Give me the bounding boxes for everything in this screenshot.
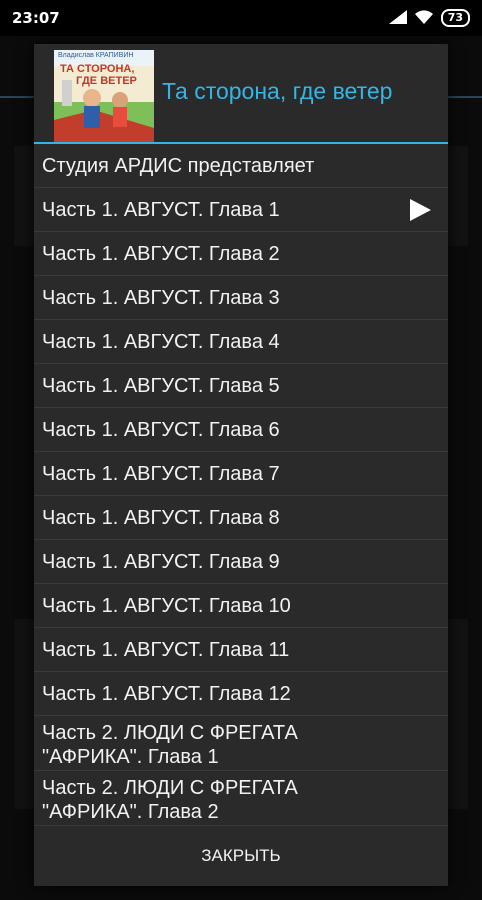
cover-title-line1: ТА СТОРОНА, [60, 63, 135, 75]
status-icons: 73 [388, 9, 470, 28]
signal-icon [388, 9, 407, 28]
chapter-item-label: Часть 1. АВГУСТ. Глава 9 [42, 550, 280, 573]
chapter-item[interactable]: Часть 1. АВГУСТ. Глава 3 [34, 276, 448, 320]
chapter-item[interactable]: Студия АРДИС представляет [34, 144, 448, 188]
cover-title-line2: ГДЕ ВЕТЕР [76, 75, 137, 87]
status-bar: 23:07 73 [0, 0, 482, 36]
chapter-item[interactable]: Часть 1. АВГУСТ. Глава 12 [34, 672, 448, 716]
chapter-item-label: Часть 2. ЛЮДИ С ФРЕГАТА "АФРИКА". Глава … [42, 777, 298, 823]
chapter-item-label: Часть 1. АВГУСТ. Глава 4 [42, 330, 280, 353]
chapter-item-label: Студия АРДИС представляет [42, 154, 315, 177]
chapter-item-label: Часть 2. ЛЮДИ С ФРЕГАТА "АФРИКА". Глава … [42, 722, 298, 768]
chapter-item-label: Часть 1. АВГУСТ. Глава 6 [42, 418, 280, 441]
chapter-item-label: Часть 1. АВГУСТ. Глава 8 [42, 506, 280, 529]
chapter-item[interactable]: Часть 1. АВГУСТ. Глава 5 [34, 364, 448, 408]
chapter-item[interactable]: Часть 1. АВГУСТ. Глава 6 [34, 408, 448, 452]
chapter-item-label: Часть 1. АВГУСТ. Глава 10 [42, 594, 291, 617]
chapter-item[interactable]: Часть 1. АВГУСТ. Глава 8 [34, 496, 448, 540]
chapter-item[interactable]: Часть 1. АВГУСТ. Глава 10 [34, 584, 448, 628]
chapter-item-label: Часть 1. АВГУСТ. Глава 11 [42, 638, 290, 661]
close-button[interactable]: ЗАКРЫТЬ [34, 826, 448, 886]
chapter-item[interactable]: Часть 1. АВГУСТ. Глава 4 [34, 320, 448, 364]
wifi-icon [414, 9, 433, 28]
chapter-item-label: Часть 1. АВГУСТ. Глава 2 [42, 242, 280, 265]
chapter-item[interactable]: Часть 1. АВГУСТ. Глава 11 [34, 628, 448, 672]
chapter-item[interactable]: Часть 1. АВГУСТ. Глава 1 [34, 188, 448, 232]
chapter-item[interactable]: Часть 1. АВГУСТ. Глава 7 [34, 452, 448, 496]
chapter-item[interactable]: Часть 1. АВГУСТ. Глава 9 [34, 540, 448, 584]
cover-author: Владислав КРАПИВИН [58, 52, 134, 59]
chapter-list[interactable]: Студия АРДИС представляет Часть 1. АВГУСТ… [34, 144, 448, 826]
dialog-title: Та сторона, где ветер [162, 78, 393, 104]
chapter-item-label: Часть 1. АВГУСТ. Глава 12 [42, 682, 291, 705]
chapter-dialog: Владислав КРАПИВИН ТА СТОРОНА, ГДЕ ВЕТЕР… [34, 44, 448, 886]
chapter-item-label: Часть 1. АВГУСТ. Глава 7 [42, 462, 280, 485]
chapter-item[interactable]: Часть 2. ЛЮДИ С ФРЕГАТА "АФРИКА". Глава … [34, 716, 448, 771]
battery-icon: 73 [440, 9, 470, 27]
play-icon[interactable] [408, 198, 432, 222]
status-time: 23:07 [12, 9, 60, 27]
chapter-item-label: Часть 1. АВГУСТ. Глава 5 [42, 374, 280, 397]
chapter-item-label: Часть 1. АВГУСТ. Глава 1 [42, 198, 280, 221]
dialog-header: Владислав КРАПИВИН ТА СТОРОНА, ГДЕ ВЕТЕР… [34, 44, 448, 142]
book-cover-image: Владислав КРАПИВИН ТА СТОРОНА, ГДЕ ВЕТЕР [54, 50, 154, 142]
chapter-item[interactable]: Часть 1. АВГУСТ. Глава 2 [34, 232, 448, 276]
chapter-item[interactable]: Часть 2. ЛЮДИ С ФРЕГАТА "АФРИКА". Глава … [34, 771, 448, 826]
chapter-item-label: Часть 1. АВГУСТ. Глава 3 [42, 286, 280, 309]
